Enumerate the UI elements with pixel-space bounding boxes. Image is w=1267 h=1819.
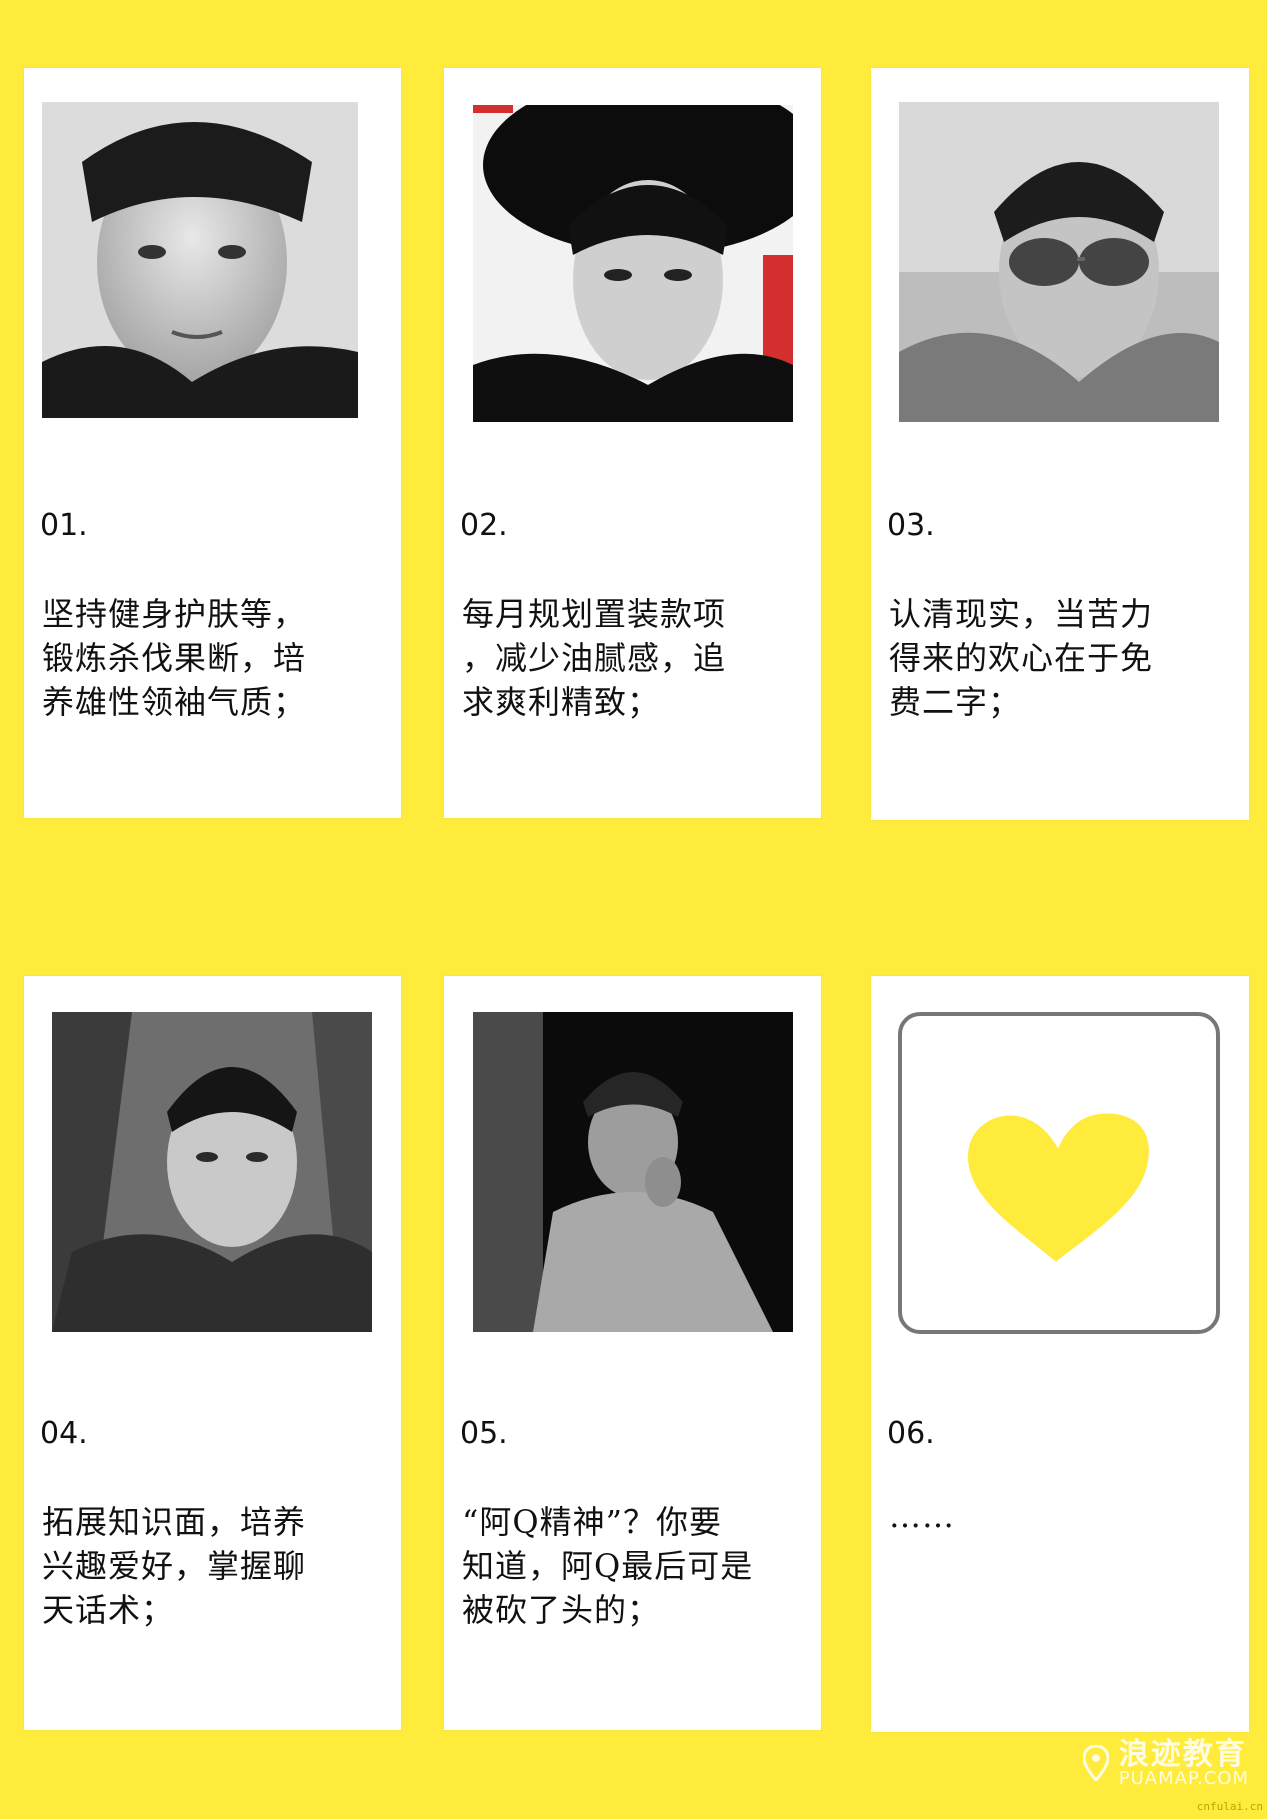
- card-text: 坚持健身护肤等， 锻炼杀伐果断，培 养雄性领袖气质；: [42, 595, 307, 721]
- watermark-small: cnfulai.cn: [1196, 1800, 1263, 1813]
- card-text: 拓展知识面，培养 兴趣爱好，掌握聊 天话术；: [42, 1503, 307, 1629]
- card-02: 02. 每月规划置装款项 ，减少油腻感，追 求爽利精致；: [444, 68, 821, 818]
- card-number: 04.: [40, 1416, 88, 1451]
- card-text: “阿Q精神”？你要 知道，阿Q最后可是 被砍了头的；: [462, 1503, 754, 1629]
- heart-icon: [968, 1113, 1149, 1262]
- portrait-image: [473, 1012, 793, 1332]
- card-number: 06.: [887, 1416, 935, 1451]
- watermark-title: 浪迹教育: [1118, 1736, 1247, 1772]
- portrait-image: [473, 105, 793, 422]
- portrait-image: [52, 1012, 372, 1332]
- card-01: 01. 坚持健身护肤等， 锻炼杀伐果断，培 养雄性领袖气质；: [24, 68, 401, 818]
- card-05: 05. “阿Q精神”？你要 知道，阿Q最后可是 被砍了头的；: [444, 976, 821, 1730]
- card-number: 05.: [460, 1416, 508, 1451]
- card-06: 06. ……: [871, 976, 1249, 1732]
- portrait-photo-01: [42, 102, 358, 418]
- portrait-photo-03: [899, 102, 1219, 422]
- heart-frame: [898, 1012, 1220, 1334]
- portrait-image: [42, 102, 358, 418]
- portrait-photo-02: [473, 105, 793, 422]
- portrait-photo-05: [473, 1012, 793, 1332]
- card-text: 每月规划置装款项 ，减少油腻感，追 求爽利精致；: [462, 595, 727, 721]
- card-text: 认清现实，当苦力 得来的欢心在于免 费二字；: [889, 595, 1154, 721]
- watermark-url: PUAMAP.COM: [1118, 1768, 1249, 1790]
- card-number: 01.: [40, 508, 88, 543]
- card-03: 03. 认清现实，当苦力 得来的欢心在于免 费二字；: [871, 68, 1249, 820]
- card-04: 04. 拓展知识面，培养 兴趣爱好，掌握聊 天话术；: [24, 976, 401, 1730]
- card-text: ……: [889, 1497, 955, 1535]
- card-number: 03.: [887, 508, 935, 543]
- portrait-image: [899, 102, 1219, 422]
- watermark: 浪迹教育 PUAMAP.COM: [1082, 1736, 1249, 1790]
- card-number: 02.: [460, 508, 508, 543]
- portrait-photo-04: [52, 1012, 372, 1332]
- location-pin-icon: [1082, 1744, 1109, 1781]
